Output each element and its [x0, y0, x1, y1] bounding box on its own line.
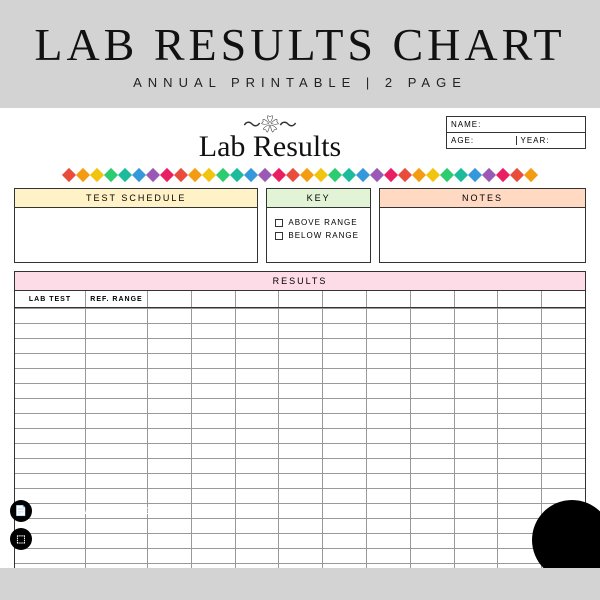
table-row — [15, 398, 585, 413]
page-icon: 📄 — [10, 500, 32, 522]
results-header: RESULTS — [14, 271, 586, 290]
digital-badge: ⬚ DIGITAL — [10, 528, 155, 550]
table-row — [15, 473, 585, 488]
digital-text: DIGITAL — [38, 534, 73, 544]
table-row — [15, 323, 585, 338]
diamond-icon — [398, 168, 412, 182]
diamond-icon — [188, 168, 202, 182]
panels-row: TEST SCHEDULE KEY ABOVE RANGE BELOW RANGE… — [0, 188, 600, 263]
diamond-icon — [468, 168, 482, 182]
diamond-icon — [384, 168, 398, 182]
diamond-icon — [132, 168, 146, 182]
script-heading: 〜❀〜 Lab Results — [94, 116, 446, 164]
diamond-icon — [440, 168, 454, 182]
diamond-icon — [342, 168, 356, 182]
diamond-icon — [90, 168, 104, 182]
format-badges: 📄 LETTER, HAPPY PLANNER ⬚ DIGITAL — [10, 500, 155, 550]
subtitle: ANNUAL PRINTABLE | 2 PAGE — [34, 75, 565, 90]
diamond-icon — [62, 168, 76, 182]
table-row — [15, 458, 585, 473]
diamond-icon — [202, 168, 216, 182]
col-ref-range: REF. RANGE — [85, 291, 147, 307]
test-schedule-panel: TEST SCHEDULE — [14, 188, 258, 263]
notes-panel: NOTES — [379, 188, 586, 263]
col-lab-test: LAB TEST — [15, 291, 85, 307]
diamond-icon — [146, 168, 160, 182]
table-row — [15, 428, 585, 443]
diamond-icon — [426, 168, 440, 182]
table-row — [15, 413, 585, 428]
name-label: NAME: — [451, 120, 481, 129]
diamond-icon — [328, 168, 342, 182]
panel-header-schedule: TEST SCHEDULE — [15, 189, 257, 208]
diamond-divider — [0, 170, 600, 180]
checkbox-icon — [275, 232, 283, 240]
table-row — [15, 548, 585, 563]
sizes-text: LETTER, HAPPY PLANNER — [38, 506, 155, 516]
key-item: BELOW RANGE — [275, 231, 362, 240]
diamond-icon — [300, 168, 314, 182]
diamond-icon — [286, 168, 300, 182]
key-item-label: BELOW RANGE — [288, 231, 359, 240]
product-hero: LAB RESULTS CHART ANNUAL PRINTABLE | 2 P… — [0, 0, 600, 600]
diamond-icon — [160, 168, 174, 182]
diamond-icon — [272, 168, 286, 182]
diamond-icon — [412, 168, 426, 182]
main-title: LAB RESULTS CHART — [34, 18, 565, 71]
diamond-icon — [370, 168, 384, 182]
panel-header-notes: NOTES — [380, 189, 585, 208]
diamond-icon — [174, 168, 188, 182]
patient-info-box: NAME: AGE: YEAR: — [446, 116, 586, 149]
age-label: AGE: — [451, 136, 512, 145]
diamond-icon — [76, 168, 90, 182]
diamond-icon — [258, 168, 272, 182]
table-row — [15, 308, 585, 323]
sizes-badge: 📄 LETTER, HAPPY PLANNER — [10, 500, 155, 522]
checkbox-icon — [275, 219, 283, 227]
diamond-icon — [524, 168, 538, 182]
table-row — [15, 353, 585, 368]
diamond-icon — [356, 168, 370, 182]
diamond-icon — [244, 168, 258, 182]
table-row — [15, 338, 585, 353]
diamond-icon — [454, 168, 468, 182]
table-row — [15, 443, 585, 458]
diamond-icon — [314, 168, 328, 182]
diamond-icon — [482, 168, 496, 182]
key-item-label: ABOVE RANGE — [288, 218, 357, 227]
year-label: YEAR: — [516, 136, 582, 145]
grid-header-row: LAB TESTREF. RANGE — [15, 290, 585, 308]
diamond-icon — [216, 168, 230, 182]
diamond-icon — [496, 168, 510, 182]
panel-header-key: KEY — [267, 189, 370, 208]
table-row — [15, 383, 585, 398]
title-block: LAB RESULTS CHART ANNUAL PRINTABLE | 2 P… — [34, 0, 565, 90]
key-panel: KEY ABOVE RANGE BELOW RANGE — [266, 188, 371, 263]
sheet-top-row: 〜❀〜 Lab Results NAME: AGE: YEAR: — [0, 116, 600, 164]
diamond-icon — [104, 168, 118, 182]
key-item: ABOVE RANGE — [275, 218, 362, 227]
diamond-icon — [510, 168, 524, 182]
table-row — [15, 563, 585, 568]
table-row — [15, 368, 585, 383]
diamond-icon — [118, 168, 132, 182]
planner-sheet: 〜❀〜 Lab Results NAME: AGE: YEAR: TEST SC… — [0, 108, 600, 568]
script-title: Lab Results — [94, 130, 446, 164]
digital-icon: ⬚ — [10, 528, 32, 550]
diamond-icon — [230, 168, 244, 182]
